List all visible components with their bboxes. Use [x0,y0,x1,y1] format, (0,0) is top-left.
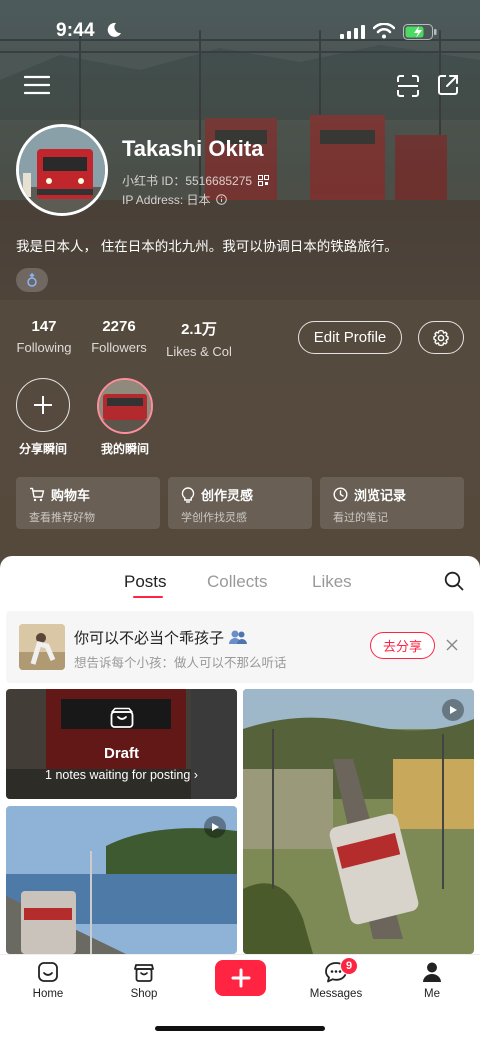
quick-link-title: 浏览记录 [354,488,407,503]
quick-link-subtitle: 查看推荐好物 [29,512,95,524]
home-icon [38,962,58,982]
menu-icon[interactable] [24,74,50,96]
avatar[interactable] [16,124,108,216]
clock-icon [333,487,348,502]
unread-badge: 9 [340,957,358,975]
tabbar-home[interactable]: Home [13,960,83,1000]
draft-title: Draft [103,745,139,762]
my-moment-thumbnail [99,380,151,432]
quick-link-inspiration[interactable]: 创作灵感 学创作找灵感 [168,477,312,529]
go-share-button[interactable]: 去分享 [370,632,435,659]
battery-icon [403,24,437,40]
quick-link-history[interactable]: 浏览记录 看过的笔记 [320,477,464,529]
shop-icon [134,964,154,982]
quick-link-subtitle: 看过的笔记 [333,512,388,524]
active-tab-indicator [133,596,163,598]
scan-icon[interactable] [396,74,420,98]
share-prompt-banner: 你可以不必当个乖孩子 想告诉每个小孩：做人可以不那么听话 去分享 [6,611,474,683]
home-indicator [155,1026,325,1031]
stat-label: Likes & Col [166,344,232,359]
tabbar-me[interactable]: Me [397,960,467,1000]
ip-address: IP Address: 日本 [122,191,228,208]
promo-subtitle: 想告诉每个小孩：做人可以不那么听话 [74,656,287,670]
my-moment-button[interactable] [97,378,153,434]
quick-link-title: 购物车 [51,488,91,503]
play-icon [450,706,457,714]
video-play-badge [204,816,226,838]
post-card[interactable] [243,689,474,954]
post-image [243,689,474,954]
info-icon[interactable] [216,194,228,205]
tabbar-label: Messages [309,988,363,1000]
stat-value: 2276 [102,318,136,335]
draft-box-icon [110,707,134,728]
draft-subtitle: 1 notes waiting for posting › [6,768,237,782]
share-moment-label: 分享瞬间 [18,442,67,456]
stat-label: Following [16,340,72,355]
ip-address-text: IP Address: 日本 [122,193,211,207]
status-time: 9:44 [56,20,95,41]
status-bar: 9:44 [0,0,480,60]
moon-icon [107,22,121,37]
person-icon [423,962,441,982]
close-icon[interactable] [446,639,458,651]
qr-code-icon[interactable] [258,175,270,186]
tabbar-messages[interactable]: Messages [301,960,371,1000]
video-play-badge [442,699,464,721]
settings-button[interactable] [418,321,464,354]
tab-collects[interactable]: Collects [207,572,267,592]
create-post-button[interactable] [215,960,266,996]
plus-icon [34,396,52,414]
cellular-signal-icon [340,25,365,39]
tab-posts[interactable]: Posts [124,572,167,592]
share-icon[interactable] [436,73,460,97]
profile-name: Takashi Okita [122,136,264,161]
quick-link-cart[interactable]: 购物车 查看推荐好物 [16,477,160,529]
draft-card[interactable]: Draft 1 notes waiting for posting › [6,689,237,799]
stat-followers[interactable]: 2276 Followers [90,318,148,355]
gear-icon [433,329,449,346]
profile-bio: 我是日本人， 住在日本的北九州。我可以协调日本的铁路旅行。 [16,239,398,254]
tabbar-label: Me [424,988,440,1000]
tabbar-label: Shop [130,988,158,1000]
lightbulb-icon [181,486,195,503]
chevron-right-icon: › [193,768,198,782]
quick-link-title: 创作灵感 [201,488,254,503]
my-moment-label: 我的瞬间 [100,442,149,456]
promo-title: 你可以不必当个乖孩子 [74,627,248,648]
gender-tag [16,268,48,292]
promo-thumbnail [19,624,65,670]
stat-value: 147 [31,318,57,335]
draft-subtitle-text: 1 notes waiting for posting [45,768,191,782]
post-image [6,806,237,954]
play-icon [212,823,219,831]
tabbar-shop[interactable]: Shop [109,960,179,1000]
stat-likes-collects[interactable]: 2.1万 Likes & Col [164,318,234,359]
stat-following[interactable]: 147 Following [16,318,72,355]
search-icon[interactable] [444,571,464,591]
post-card[interactable] [6,806,237,954]
edit-profile-button[interactable]: Edit Profile [298,321,402,354]
profile-id: 小红书 ID：5516685275 [122,172,270,189]
draft-overlay [6,689,237,799]
stat-value: 2.1万 [181,321,217,338]
profile-id-text: 小红书 ID：5516685275 [122,174,253,188]
tab-likes[interactable]: Likes [312,572,352,592]
share-moment-button[interactable] [16,378,70,432]
promo-title-text: 你可以不必当个乖孩子 [74,630,225,647]
people-icon [229,630,248,644]
tabbar-label: Home [32,988,64,1000]
wifi-icon [373,23,395,39]
quick-link-subtitle: 学创作找灵感 [181,512,247,524]
avatar-train-image [19,127,105,213]
plus-icon [231,968,250,988]
cart-icon [30,487,45,502]
stat-label: Followers [91,340,147,355]
male-icon [27,273,37,287]
